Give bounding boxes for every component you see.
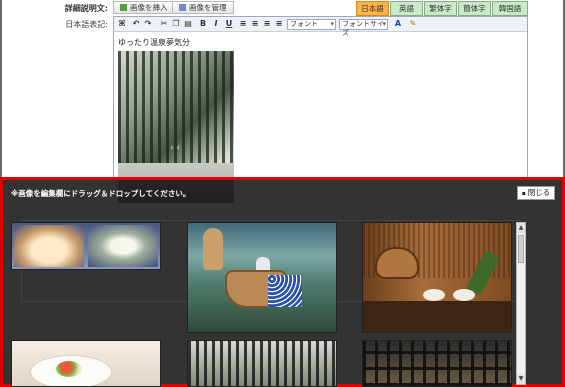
paste-icon[interactable]: ▤ bbox=[183, 19, 193, 29]
thumbnail-lattice-gate[interactable] bbox=[362, 340, 512, 387]
align-right-icon[interactable]: ≡ bbox=[262, 19, 272, 29]
image-dropzone-panel: ※画像を編集欄にドラッグ＆ドロップしてください。 ▪ 閉じる ▲ ▼ bbox=[0, 177, 565, 387]
manage-image-button[interactable]: 画像を管理 bbox=[172, 1, 234, 14]
japanese-notation-label: 日本語表記: bbox=[65, 20, 108, 29]
text-color-icon[interactable]: A bbox=[393, 19, 403, 29]
align-left-icon[interactable]: ≡ bbox=[238, 19, 248, 29]
tab-simplified-chinese[interactable]: 簡体字 bbox=[458, 1, 491, 16]
copy-icon[interactable]: ❐ bbox=[171, 19, 181, 29]
thumb-plate bbox=[453, 289, 475, 301]
image-manage-icon bbox=[179, 4, 186, 11]
thumb-lacquer-tray bbox=[363, 301, 511, 332]
photo-handle-icon: › ‹ bbox=[170, 143, 181, 153]
thumb-window-lattice bbox=[188, 341, 336, 386]
redo-icon[interactable]: ↷ bbox=[143, 19, 153, 29]
source-icon[interactable]: ⌘ bbox=[117, 19, 127, 29]
thumb-clay-pot bbox=[375, 247, 419, 279]
details-label: 詳細説明文: bbox=[64, 4, 108, 13]
italic-icon[interactable]: I bbox=[211, 19, 221, 29]
thumb-wedding-hall bbox=[14, 225, 84, 267]
font-select[interactable]: フォント bbox=[287, 19, 336, 30]
thumb-wooden-mortar bbox=[203, 228, 223, 270]
thumbnail-scrollbar[interactable]: ▲ ▼ bbox=[516, 222, 526, 385]
highlight-color-icon[interactable]: ✎ bbox=[408, 19, 418, 29]
align-center-icon[interactable]: ≡ bbox=[250, 19, 260, 29]
close-button[interactable]: ▪ 閉じる bbox=[517, 186, 555, 200]
thumbnail-window-bars[interactable] bbox=[187, 340, 337, 387]
align-justify-icon[interactable]: ≡ bbox=[274, 19, 284, 29]
rich-text-editor[interactable]: ⌘ ↶ ↷ ✂ ❐ ▤ B I U ≡ ≡ ≡ ≡ フォント フォントサイズ A… bbox=[113, 16, 528, 203]
tab-english[interactable]: 英語 bbox=[390, 1, 423, 16]
editor-content-text: ゆったり温泉夢気分 bbox=[118, 38, 190, 47]
insert-image-button[interactable]: 画像を挿入 bbox=[113, 1, 175, 14]
thumbnail-plated-dish[interactable] bbox=[11, 340, 161, 387]
insert-image-label: 画像を挿入 bbox=[130, 3, 168, 12]
underline-icon[interactable]: U bbox=[224, 19, 234, 29]
scrollbar-thumb[interactable] bbox=[518, 235, 524, 263]
tab-japanese[interactable]: 日本語 bbox=[356, 1, 389, 16]
thumb-garnish bbox=[56, 361, 82, 377]
tab-traditional-chinese[interactable]: 繁体字 bbox=[424, 1, 457, 16]
thumb-blue-towel bbox=[268, 275, 302, 307]
scroll-up-arrow-icon[interactable]: ▲ bbox=[517, 223, 525, 233]
image-insert-icon bbox=[120, 4, 127, 11]
thumb-plate bbox=[423, 289, 445, 301]
manage-image-label: 画像を管理 bbox=[189, 3, 227, 12]
editor-toolbar: ⌘ ↶ ↷ ✂ ❐ ▤ B I U ≡ ≡ ≡ ≡ フォント フォントサイズ A… bbox=[114, 17, 527, 37]
font-size-select[interactable]: フォントサイズ bbox=[339, 19, 388, 37]
cut-icon[interactable]: ✂ bbox=[159, 19, 169, 29]
close-label: 閉じる bbox=[527, 188, 551, 197]
thumb-wedding-flowers bbox=[88, 225, 158, 267]
thumbnail-onsen-bucket[interactable] bbox=[187, 222, 337, 333]
bold-icon[interactable]: B bbox=[198, 19, 208, 29]
thumb-lattice-grid bbox=[363, 341, 511, 386]
scroll-down-arrow-icon[interactable]: ▼ bbox=[517, 374, 525, 384]
thumbnail-kaiseki-meal[interactable] bbox=[362, 222, 512, 333]
close-icon: ▪ bbox=[521, 190, 526, 197]
dropzone-instruction: ※画像を編集欄にドラッグ＆ドロップしてください。 bbox=[11, 189, 191, 198]
thumbnail-wedding[interactable] bbox=[11, 222, 161, 270]
undo-icon[interactable]: ↶ bbox=[131, 19, 141, 29]
tab-korean[interactable]: 韓国語 bbox=[492, 1, 528, 16]
